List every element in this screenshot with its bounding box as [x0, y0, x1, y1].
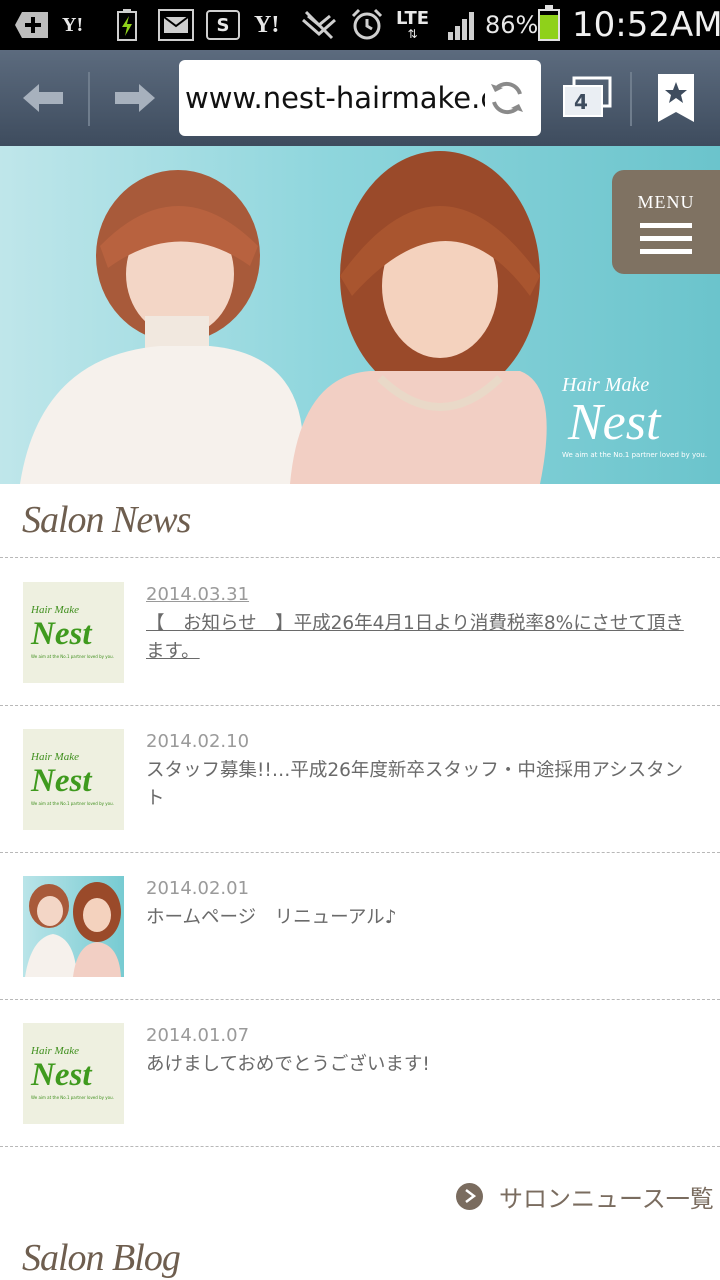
news-title-link[interactable]: 【 お知らせ 】平成26年4月1日より消費税率8%にさせて頂きます。	[146, 610, 691, 666]
photo-thumbnail	[23, 876, 124, 977]
back-button[interactable]	[10, 50, 76, 146]
salon-news-list-label: サロンニュース一覧	[499, 1184, 714, 1213]
toolbar-divider	[630, 72, 632, 126]
nest-logo-thumbnail: Hair Make Nest We aim at the No.1 partne…	[23, 729, 124, 830]
browser-toolbar: www.nest-hairmake.c 4	[0, 50, 720, 146]
bookmark-star-icon	[658, 74, 694, 122]
charging-icon	[116, 8, 138, 42]
forward-arrow-icon	[115, 84, 155, 112]
tab-count: 4	[574, 90, 588, 114]
news-date: 2014.01.07	[146, 1025, 250, 1046]
news-title-link[interactable]: ホームページ リニューアル♪	[146, 904, 691, 932]
alarm-icon	[350, 8, 384, 42]
salon-news-list-link[interactable]: サロンニュース一覧	[456, 1178, 714, 1214]
news-item[interactable]: Hair Make Nest We aim at the No.1 partne…	[0, 705, 720, 851]
url-text[interactable]: www.nest-hairmake.c	[185, 60, 485, 136]
url-bar[interactable]: www.nest-hairmake.c	[179, 60, 541, 136]
nest-logo-thumbnail: Hair Make Nest We aim at the No.1 partne…	[23, 582, 124, 683]
bookmark-button[interactable]	[646, 50, 706, 146]
salon-blog-heading: Salon Blog	[22, 1237, 181, 1279]
mail-icon	[158, 8, 194, 42]
toolbar-divider	[88, 72, 90, 126]
hero-banner: MENU Hair Make Nest We aim at the No.1 p…	[0, 146, 720, 484]
lte-icon: LTE ⇅	[396, 8, 430, 41]
divider	[0, 1146, 720, 1147]
status-bar: Y! S Y! LTE ⇅ 86% 10:52AM	[0, 0, 720, 50]
hamburger-icon	[640, 223, 692, 254]
news-item[interactable]: Hair Make Nest We aim at the No.1 partne…	[0, 558, 720, 704]
back-arrow-icon	[23, 84, 63, 112]
add-notification-icon	[14, 8, 52, 42]
battery-percent: 86%	[485, 11, 539, 39]
news-item[interactable]: Hair Make Nest We aim at the No.1 partne…	[0, 999, 720, 1145]
yahoo-icon: Y!	[254, 11, 280, 38]
news-date: 2014.02.01	[146, 878, 250, 899]
reload-icon[interactable]	[487, 78, 527, 118]
chevron-right-icon	[456, 1182, 483, 1210]
yahoo-mail-icon: Y!	[62, 13, 84, 36]
tabs-button[interactable]: 4	[556, 50, 618, 146]
news-date[interactable]: 2014.03.31	[146, 584, 249, 605]
news-title-link[interactable]: スタッフ募集!!…平成26年度新卒スタッフ・中途採用アシスタント	[146, 757, 691, 813]
status-clock: 10:52AM	[572, 5, 720, 45]
menu-label: MENU	[637, 192, 695, 212]
battery-icon	[538, 5, 560, 41]
news-title-link[interactable]: あけましておめでとうございます!	[146, 1051, 691, 1079]
forward-button[interactable]	[102, 50, 168, 146]
menu-button[interactable]: MENU	[612, 170, 720, 274]
brand-name: Nest	[568, 394, 661, 451]
news-item[interactable]: 2014.02.01 ホームページ リニューアル♪	[0, 852, 720, 998]
nest-logo-thumbnail: Hair Make Nest We aim at the No.1 partne…	[23, 1023, 124, 1124]
no-signal-icon	[300, 8, 338, 42]
signal-icon	[446, 8, 478, 42]
salon-news-heading: Salon News	[22, 499, 191, 541]
news-date: 2014.02.10	[146, 731, 250, 752]
brand-tagline: We aim at the No.1 partner loved by you.	[562, 451, 708, 459]
s-app-icon: S	[206, 8, 240, 42]
brand-logo: Hair Make Nest We aim at the No.1 partne…	[562, 374, 707, 459]
